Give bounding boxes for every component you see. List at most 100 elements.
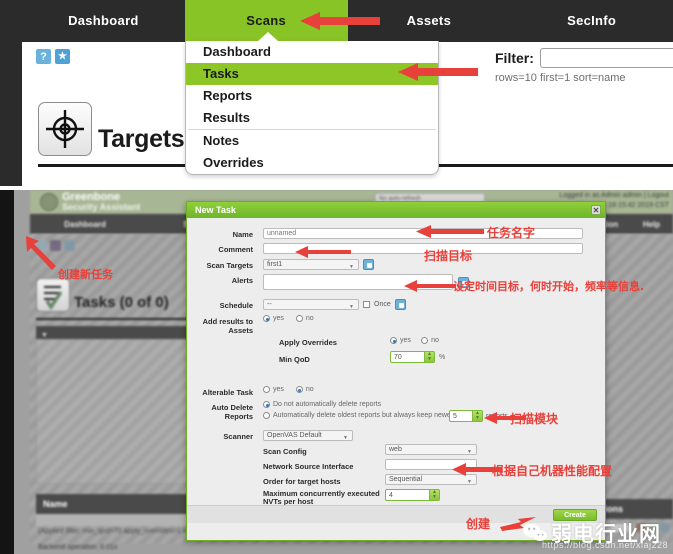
filter-area: Filter: rows=10 first=1 sort=name [495,48,673,84]
spinner-arrows-icon[interactable]: ▲▼ [472,411,482,421]
new-task-icon[interactable] [64,240,75,251]
chevron-down-icon: ▼ [349,304,354,310]
browser-left-rail [0,0,22,186]
menu-item-overrides[interactable]: Overrides [186,152,438,174]
help-icon[interactable]: ? [36,49,51,64]
spinner-arrows-icon[interactable]: ▲▼ [429,490,439,500]
annotation-performance: 根据自己机器性能配置 [492,464,613,478]
filter-hint: rows=10 first=1 sort=name [495,72,626,84]
menu-item-results[interactable]: Results [186,107,438,129]
annotation-create-new-task: 创建新任务 [58,268,113,281]
auto-delete-keep-value: 5 [453,413,457,420]
scan-config-select[interactable]: web ▼ [385,444,477,455]
auto-delete-keep-spinner[interactable]: 5 ▲ ▼ [449,410,483,422]
scan-targets-select[interactable]: first1 ▼ [263,259,359,270]
auto-delete-option-1[interactable]: Do not automatically delete reports [263,401,389,410]
apply-overrides-radios: yes no [390,337,447,346]
filter-label: Filter: [495,50,534,66]
page-heading: Targets [38,102,185,156]
radio-dot-icon [263,401,270,408]
min-qod-unit: % [439,354,446,361]
scans-dropdown-menu: Dashboard Tasks Reports Results Notes Ov… [185,32,439,175]
top-zoomed-panel: Dashboard Scans Assets SecInfo ? ★ Targe… [0,0,673,186]
tasks-heading: Tasks (0 of 0) [36,278,169,312]
arrow-scan-target [295,246,351,258]
chevron-down-icon: ▼ [467,479,472,485]
schedule-value: -- [267,301,272,308]
scan-config-label: Scan Config [263,447,307,456]
gsa-nav-help[interactable]: Help [630,220,673,229]
nav-item-secinfo[interactable]: SecInfo [510,0,673,42]
chevron-down-icon: ▼ [343,435,348,441]
field-schedule: Schedule -- ▼ Once [187,299,406,310]
apply-overrides-no-label: no [431,337,439,344]
add-results-no-radio[interactable]: no [295,315,314,322]
field-add-results: Add results to Assets yes no [187,315,417,335]
radio-dot-icon [421,337,429,344]
add-results-no-label: no [305,315,314,322]
field-scan-targets: Scan Targets first1 ▼ [187,259,374,270]
scanner-value: OpenVAS Default [267,432,322,439]
radio-dot-icon [295,315,303,322]
field-alterable: Alterable Task yes no [187,386,417,397]
arrow-schedule [404,280,456,292]
alterable-no-label: no [305,386,314,393]
annotation-task-name: 任务名字 [487,226,536,240]
add-results-yes-label: yes [273,315,284,322]
target-icon [38,102,92,156]
radio-dot-icon [263,386,270,393]
apply-overrides-no-radio[interactable]: no [421,337,439,344]
dialog-title-bar: New Task ✕ [187,202,605,218]
schedule-once-label: Once [374,301,391,308]
apply-overrides-yes-radio[interactable]: yes [390,337,411,344]
annotation-scan-target: 扫描目标 [424,249,473,263]
schedule-select[interactable]: -- ▼ [263,299,359,310]
new-schedule-button[interactable] [394,299,406,310]
schedule-once-checkbox[interactable] [363,301,370,308]
radio-dot-icon [263,315,270,322]
field-scan-targets-label: Scan Targets [206,261,253,270]
scanner-select[interactable]: OpenVAS Default ▼ [263,430,353,441]
auto-delete-option-2[interactable]: Automatically delete oldest reports but … [263,412,464,421]
max-nvts-spinner[interactable]: 4 ▲ ▼ [385,489,440,501]
field-auto-delete-label: Auto Delete Reports [211,403,253,421]
bottom-full-screenshot-panel: Greenbone Security Assistant No auto-ref… [0,190,673,554]
apply-overrides-label: Apply Overrides [279,338,337,347]
scan-config-value: web [389,446,402,453]
auto-delete-opt2-label: Automatically delete oldest reports but … [273,412,457,419]
brand-line-2: Security Assistant [62,202,141,212]
refresh-icon[interactable] [660,523,669,532]
logged-in-as[interactable]: Logged in as Admin admin | Logout [559,191,669,201]
spinner-arrows-icon[interactable]: ▲▼ [424,352,434,362]
apply-overrides-yes-label: yes [400,337,411,344]
max-nvts-value: 4 [389,492,393,499]
star-icon[interactable]: ★ [55,49,70,64]
network-source-interface-label: Network Source Interface [263,462,354,471]
new-target-button[interactable] [363,259,374,270]
radio-dot-icon [390,337,397,344]
screenshot-left-edge [0,190,14,554]
field-comment: Comment [187,243,583,254]
radio-dot-icon [295,386,303,393]
field-name-label: Name [232,230,253,239]
order-hosts-value: Sequential [389,476,423,483]
alterable-no-radio[interactable]: no [295,386,314,393]
menu-item-reports[interactable]: Reports [186,85,438,107]
field-scanner: Scanner OpenVAS Default ▼ [187,430,353,441]
menu-item-notes[interactable]: Notes [186,130,438,152]
min-qod-spinner[interactable]: 70 ▲ ▼ [390,351,435,363]
arrow-task-name [416,225,484,238]
add-results-yes-radio[interactable]: yes [263,315,284,322]
page-title: Targets [98,125,185,153]
min-qod-label: Min QoD [279,355,310,364]
menu-item-dashboard[interactable]: Dashboard [186,41,438,63]
filter-input[interactable] [539,48,673,68]
alterable-yes-radio[interactable]: yes [263,386,284,393]
menu-caret-icon [258,32,278,41]
close-icon[interactable]: ✕ [591,205,601,215]
gsa-logo: Greenbone Security Assistant [40,192,140,212]
gsa-nav-dashboard[interactable]: Dashboard [30,220,140,229]
field-alterable-label: Alterable Task [202,388,253,397]
nav-item-dashboard[interactable]: Dashboard [22,0,185,42]
watermark-url: https://blog.csdn.net/xiaj228 [542,540,669,550]
